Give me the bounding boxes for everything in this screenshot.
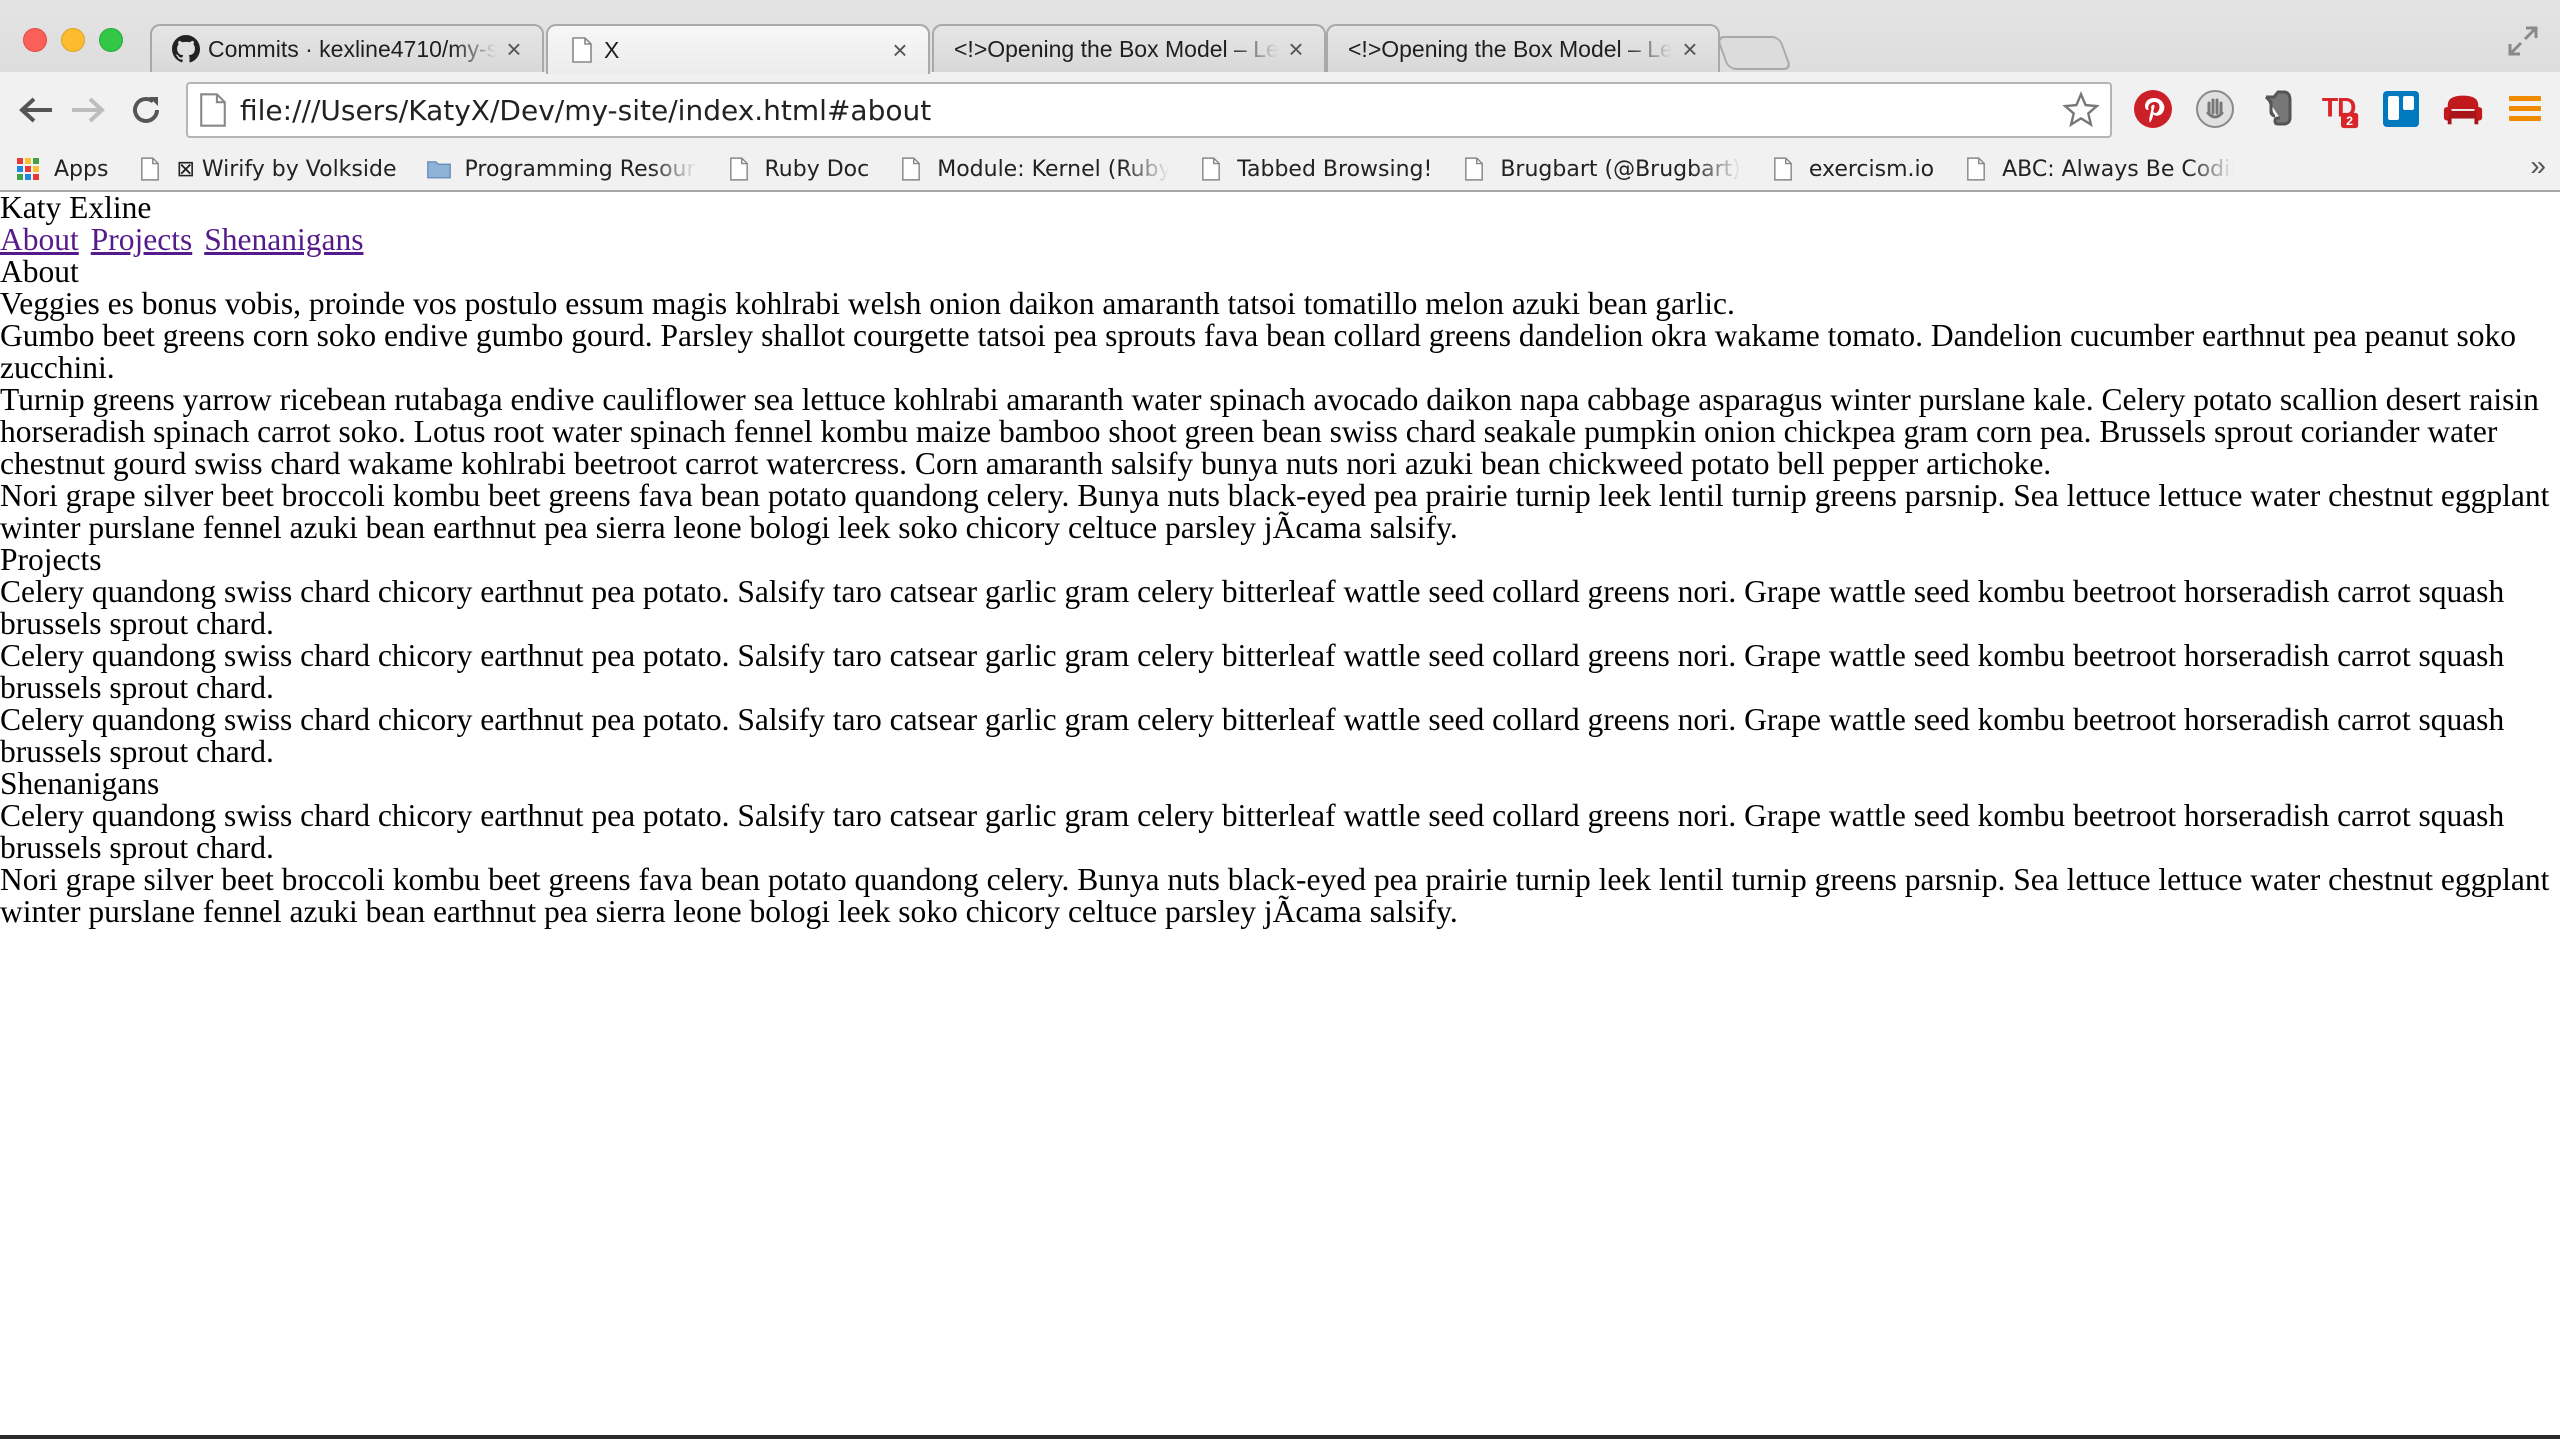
- bookmark-apps[interactable]: Apps: [16, 156, 108, 182]
- bookmark-wirify[interactable]: ⊠ Wirify by Volkside: [138, 156, 397, 182]
- page-icon: [1199, 156, 1223, 182]
- section-heading: About: [0, 254, 79, 289]
- nav-link-projects[interactable]: Projects: [91, 222, 192, 257]
- reload-button[interactable]: [126, 90, 166, 130]
- paragraph: Celery quandong swiss chard chicory eart…: [0, 574, 2505, 641]
- window-close-button[interactable]: [23, 28, 47, 52]
- bookmark-label: Ruby Doc: [764, 156, 870, 182]
- address-bar[interactable]: file:///Users/KatyX/Dev/my-site/index.ht…: [186, 82, 2112, 138]
- url-text[interactable]: file:///Users/KatyX/Dev/my-site/index.ht…: [240, 94, 2062, 127]
- bookmark-programming-resources[interactable]: Programming Resources: [426, 156, 697, 182]
- bookmark-label: Tabbed Browsing!: [1237, 156, 1433, 182]
- bookmark-label: ABC: Always Be Coding: [2002, 156, 2235, 182]
- section-heading: Shenanigans: [0, 766, 160, 801]
- page-content: Katy Exline About Projects Shenanigans Abo…: [0, 192, 2560, 1435]
- tab-strip: Commits · kexline4710/my-site × X × <!>O…: [150, 24, 2450, 74]
- tab-close-icon[interactable]: ×: [888, 37, 912, 63]
- reload-icon: [133, 97, 159, 123]
- trello-icon[interactable]: [2380, 88, 2422, 130]
- bookmark-star-icon[interactable]: [2062, 91, 2100, 129]
- bookmarks-overflow-chevron-icon[interactable]: »: [2530, 150, 2546, 182]
- bookmark-label: Programming Resources: [464, 156, 697, 182]
- bookmark-label: exercism.io: [1808, 156, 1935, 182]
- paragraph: Nori grape silver beet broccoli kombu be…: [0, 478, 2550, 545]
- window-minimize-button[interactable]: [61, 28, 85, 52]
- tab-close-icon[interactable]: ×: [1678, 36, 1702, 62]
- bookmark-exercism[interactable]: exercism.io: [1771, 156, 1934, 182]
- page-icon: [1462, 156, 1486, 182]
- fullscreen-icon[interactable]: [2506, 24, 2540, 58]
- tab-x-active[interactable]: X ×: [546, 24, 930, 74]
- tab-title: X: [604, 36, 620, 63]
- window-bottom-edge: [0, 1435, 2560, 1439]
- bookmark-module-kernel[interactable]: Module: Kernel (Ruby: [899, 156, 1169, 182]
- nav-link-shenanigans[interactable]: Shenanigans: [204, 222, 363, 257]
- new-tab-button[interactable]: [1715, 36, 1793, 70]
- sofa-icon[interactable]: [2442, 88, 2484, 130]
- bookmark-tabbed-browsing[interactable]: Tabbed Browsing!: [1199, 156, 1432, 182]
- paragraph: Nori grape silver beet broccoli kombu be…: [0, 862, 2550, 929]
- extension-badge-count: 2: [2346, 114, 2353, 128]
- tab-close-icon[interactable]: ×: [1284, 36, 1308, 62]
- todo-extension-icon[interactable]: TD2: [2320, 88, 2362, 130]
- page-icon: [1771, 156, 1795, 182]
- bookmarks-bar: Apps ⊠ Wirify by Volkside Programming Re…: [0, 148, 2560, 190]
- tab-commits[interactable]: Commits · kexline4710/my-site ×: [150, 24, 544, 72]
- section-projects: Projects Celery quandong swiss chard chi…: [0, 544, 2560, 768]
- page-icon: [899, 156, 923, 182]
- apps-grid-icon: [16, 156, 40, 182]
- tab-title: <!>Opening the Box Model – Learn to Code: [954, 35, 1278, 62]
- back-arrow-icon: [19, 97, 52, 123]
- tab-close-icon[interactable]: ×: [502, 36, 526, 62]
- tab-box-model-1[interactable]: <!>Opening the Box Model – Learn to Code…: [932, 24, 1326, 72]
- bookmark-label: Apps: [54, 156, 109, 182]
- paragraph: Turnip greens yarrow ricebean rutabaga e…: [0, 382, 2539, 481]
- nav-link-about[interactable]: About: [0, 222, 79, 257]
- bookmark-label: Module: Kernel (Ruby: [937, 156, 1170, 182]
- page-icon: [727, 156, 751, 182]
- bookmark-brugbart[interactable]: Brugbart (@Brugbart): [1462, 156, 1741, 182]
- page-icon: [200, 93, 226, 127]
- paragraph: Gumbo beet greens corn soko endive gumbo…: [0, 318, 2517, 385]
- github-icon: [172, 35, 200, 63]
- page-icon: [138, 156, 162, 182]
- menu-hamburger-icon[interactable]: [2504, 88, 2546, 130]
- tab-box-model-2[interactable]: <!>Opening the Box Model – Learn to Code…: [1326, 24, 1720, 72]
- window-zoom-button[interactable]: [99, 28, 123, 52]
- block-hand-icon[interactable]: [2194, 88, 2236, 130]
- forward-button[interactable]: [68, 90, 108, 130]
- bookmark-label: ⊠ Wirify by Volkside: [176, 156, 397, 182]
- paragraph: Veggies es bonus vobis, proinde vos post…: [0, 286, 1735, 321]
- site-nav: About Projects Shenanigans: [0, 224, 2560, 256]
- tab-title: Commits · kexline4710/my-site: [208, 35, 496, 62]
- pinterest-icon[interactable]: [2132, 88, 2174, 130]
- browser-chrome: Commits · kexline4710/my-site × X × <!>O…: [0, 0, 2560, 192]
- back-button[interactable]: [16, 90, 56, 130]
- section-shenanigans: Shenanigans Celery quandong swiss chard …: [0, 768, 2560, 928]
- paragraph: Celery quandong swiss chard chicory eart…: [0, 702, 2505, 769]
- site-title: Katy Exline: [0, 190, 152, 225]
- paragraph: Celery quandong swiss chard chicory eart…: [0, 638, 2505, 705]
- folder-icon: [426, 156, 451, 182]
- section-about: About Veggies es bonus vobis, proinde vo…: [0, 256, 2560, 544]
- bookmark-label: Brugbart (@Brugbart): [1500, 156, 1741, 182]
- evernote-icon[interactable]: [2256, 88, 2298, 130]
- bookmark-abc[interactable]: ABC: Always Be Coding: [1964, 156, 2234, 182]
- page-icon: [1964, 156, 1988, 182]
- tab-title: <!>Opening the Box Model – Learn to Code: [1348, 35, 1672, 62]
- section-heading: Projects: [0, 542, 102, 577]
- bookmark-ruby-doc[interactable]: Ruby Doc: [727, 156, 870, 182]
- forward-arrow-icon: [72, 97, 105, 123]
- paragraph: Celery quandong swiss chard chicory eart…: [0, 798, 2505, 865]
- page-icon: [568, 36, 596, 64]
- toolbar: file:///Users/KatyX/Dev/my-site/index.ht…: [0, 72, 2560, 148]
